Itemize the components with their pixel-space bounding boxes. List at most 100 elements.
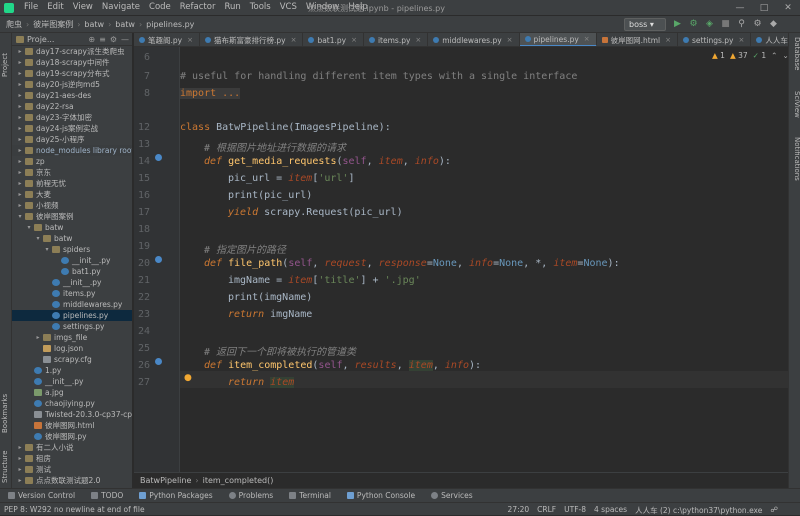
status-message[interactable]: PEP 8: W292 no newline at end of file — [4, 505, 145, 514]
close-icon[interactable]: ✕ — [776, 0, 800, 16]
hide-icon[interactable]: — — [121, 35, 129, 44]
line-separator[interactable]: CRLF — [537, 505, 556, 516]
tree-item[interactable]: ▾ batw — [12, 222, 132, 233]
chevron-right-icon[interactable]: ▸ — [16, 57, 24, 68]
python-console-button[interactable]: Python Console — [346, 491, 415, 500]
chevron-right-icon[interactable]: ▸ — [16, 189, 24, 200]
chevron-right-icon[interactable]: ▸ — [16, 453, 24, 464]
tree-item[interactable]: settings.py — [12, 321, 132, 332]
tree-item[interactable]: log.json — [12, 343, 132, 354]
editor-tab[interactable]: items.py × — [364, 33, 429, 46]
tree-item[interactable]: ▸ 前程无忧 — [12, 178, 132, 189]
tree-item[interactable]: ▸ imgs_file — [12, 332, 132, 343]
tree-item[interactable]: chaojiying.py — [12, 398, 132, 409]
run-configuration-select[interactable]: boss ▾ — [624, 18, 666, 31]
chevron-right-icon[interactable]: ▸ — [16, 178, 24, 189]
python-interpreter[interactable]: 人人车 (2) c:\python37\python.exe — [635, 505, 762, 516]
tree-item[interactable]: ▸ day19-scrapy分布式 — [12, 68, 132, 79]
editor-tab[interactable]: 彼岸图网.html × — [597, 33, 678, 46]
coverage-icon[interactable]: ◈ — [704, 18, 715, 30]
stop-icon[interactable]: ■ — [720, 18, 731, 30]
editor-tab[interactable]: 笔趣阁.py × — [134, 33, 200, 46]
chevron-right-icon[interactable]: ▸ — [16, 68, 24, 79]
chevron-right-icon[interactable]: ▸ — [16, 475, 24, 486]
breadcrumb-item[interactable]: batw — [84, 20, 104, 29]
close-tab-icon[interactable]: × — [665, 36, 671, 44]
breadcrumb-class[interactable]: BatwPipeline — [140, 476, 191, 485]
tree-item[interactable]: scrapy.cfg — [12, 354, 132, 365]
project-tool-tab[interactable]: Project — [1, 37, 11, 77]
override-marker-icon[interactable] — [155, 256, 162, 263]
chevron-right-icon[interactable]: ▸ — [16, 167, 24, 178]
chevron-right-icon[interactable]: ▸ — [16, 112, 24, 123]
chevron-right-icon[interactable]: ▸ — [16, 442, 24, 453]
problems-button[interactable]: Problems — [228, 491, 273, 500]
settings-icon[interactable]: ⚙ — [752, 18, 763, 30]
editor-tab[interactable]: 人人车-批量.py× — [751, 33, 788, 46]
lightbulb-icon[interactable]: ● — [184, 373, 192, 383]
tree-item[interactable]: __init__.py — [12, 255, 132, 266]
tree-item[interactable]: ▸ 点点数联测试题2.0 — [12, 475, 132, 486]
chevron-right-icon[interactable]: ▸ — [16, 101, 24, 112]
menu-edit[interactable]: Edit — [47, 2, 63, 12]
tree-item[interactable]: ▸ 租房 — [12, 453, 132, 464]
tree-item[interactable]: ▸ 测试 — [12, 464, 132, 475]
tree-item[interactable]: bat1.py — [12, 266, 132, 277]
breadcrumb-item[interactable]: pipelines.py — [146, 20, 194, 29]
bookmarks-tool-tab[interactable]: Bookmarks — [1, 393, 11, 433]
close-tab-icon[interactable]: × — [187, 36, 193, 44]
sciview-tool-tab[interactable]: SciView — [791, 91, 800, 127]
tree-item[interactable]: ▸ 有二人小说 — [12, 442, 132, 453]
chevron-down-icon[interactable]: ⌄ — [782, 51, 788, 60]
close-tab-icon[interactable]: × — [351, 36, 357, 44]
tree-item[interactable]: pipelines.py — [12, 310, 132, 321]
indent-setting[interactable]: 4 spaces — [594, 505, 627, 516]
chevron-right-icon[interactable]: ▸ — [16, 464, 24, 475]
tree-item[interactable]: ▸ day17-scrapy派生类爬虫 — [12, 46, 132, 57]
services-button[interactable]: Services — [431, 491, 473, 500]
debug-icon[interactable]: ⚙ — [688, 18, 699, 30]
menu-code[interactable]: Code — [149, 2, 171, 12]
override-marker-icon[interactable] — [155, 358, 162, 365]
tree-item[interactable]: a.jpg — [12, 387, 132, 398]
jetbrains-logo-icon[interactable]: ◆ — [768, 18, 779, 30]
editor-tab[interactable]: 猫布斯富豪排行榜.py × — [200, 33, 304, 46]
chevron-down-icon[interactable]: ▾ — [25, 222, 33, 233]
tree-item[interactable]: Twisted-20.3.0-cp37-cp — [12, 409, 132, 420]
chevron-right-icon[interactable]: ▸ — [16, 123, 24, 134]
terminal-button[interactable]: Terminal — [289, 491, 331, 500]
tree-item[interactable]: 1.py — [12, 365, 132, 376]
structure-tool-tab[interactable]: Structure — [1, 443, 11, 483]
collapse-all-icon[interactable]: ≡ — [99, 35, 106, 44]
inspection-widget[interactable]: ▲ 1 ▲ 37 ✓ 1 ⌃ ⌄ — [712, 51, 789, 60]
chevron-right-icon[interactable]: ▸ — [16, 134, 24, 145]
tree-item[interactable]: middlewares.py — [12, 299, 132, 310]
close-tab-icon[interactable]: × — [291, 36, 297, 44]
file-encoding[interactable]: UTF-8 — [564, 505, 586, 516]
tree-item[interactable]: ▸ day24-js案例实战 — [12, 123, 132, 134]
menu-tools[interactable]: Tools — [250, 2, 271, 12]
editor-tab[interactable]: middlewares.py × — [428, 33, 520, 46]
menu-file[interactable]: File — [24, 2, 38, 12]
run-icon[interactable]: ▶ — [672, 18, 683, 30]
tree-item[interactable]: ▾ batw — [12, 233, 132, 244]
chevron-down-icon[interactable]: ▾ — [16, 211, 24, 222]
tree-item[interactable]: ▾ spiders — [12, 244, 132, 255]
tree-item[interactable]: ▸ 小视频 — [12, 200, 132, 211]
tree-item[interactable]: ▸ node_modules library root — [12, 145, 132, 156]
close-tab-icon[interactable]: × — [507, 36, 513, 44]
tree-item[interactable]: ▸ day25-小程序 — [12, 134, 132, 145]
tree-item[interactable]: ▸ 京东 — [12, 167, 132, 178]
chevron-right-icon[interactable]: ▸ — [16, 145, 24, 156]
chevron-right-icon[interactable]: ▸ — [16, 90, 24, 101]
tree-item[interactable]: ▸ day22-rsa — [12, 101, 132, 112]
chevron-right-icon[interactable]: ▸ — [16, 200, 24, 211]
tree-item[interactable]: __init__.py — [12, 376, 132, 387]
menu-navigate[interactable]: Navigate — [102, 2, 140, 12]
tree-item[interactable]: ▸ day21-aes-des — [12, 90, 132, 101]
breadcrumb-item[interactable]: 爬虫 — [6, 19, 22, 30]
breadcrumb-method[interactable]: item_completed() — [203, 476, 274, 485]
code-editor[interactable]: 6 7 8 12 13 14 15 16 17 18 19 20 21 22 23 24 25 26 27 # us… — [134, 47, 788, 472]
import-fold[interactable]: import ... — [180, 88, 241, 99]
close-tab-icon[interactable]: × — [415, 36, 421, 44]
